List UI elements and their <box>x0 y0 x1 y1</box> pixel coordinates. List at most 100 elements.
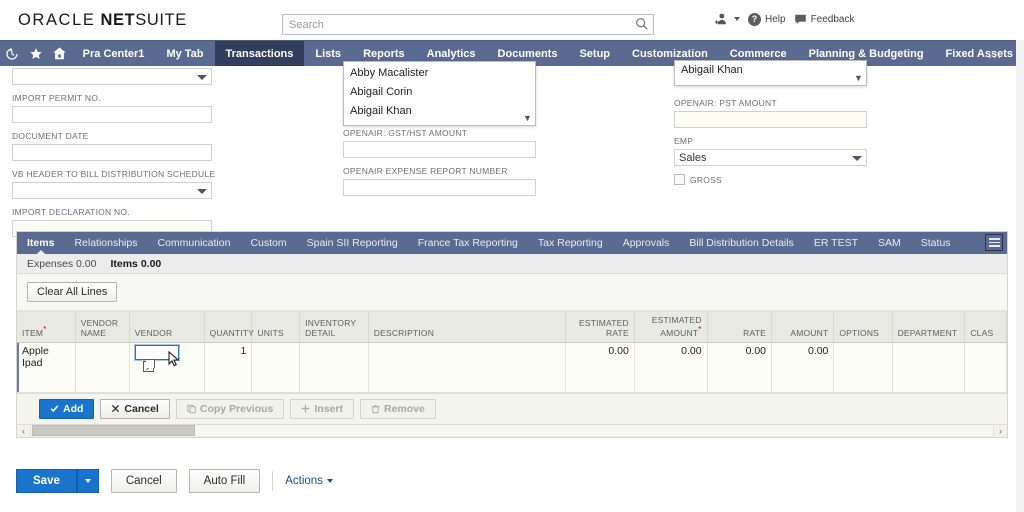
col-item[interactable]: ITEM* <box>17 312 76 343</box>
tab-spain-sii-reporting[interactable]: Spain SII Reporting <box>297 232 408 254</box>
cell-inventory-detail[interactable] <box>299 342 369 393</box>
cell-units[interactable] <box>251 342 301 393</box>
global-search[interactable] <box>282 14 654 35</box>
nav-item-fixed-assets[interactable]: Fixed Assets <box>935 41 1024 66</box>
scroll-right-icon[interactable]: › <box>994 426 1007 436</box>
col-units[interactable]: UNITS <box>251 312 301 343</box>
tab-approvals[interactable]: Approvals <box>613 232 680 254</box>
col-quantity[interactable]: QUANTITY <box>204 312 254 343</box>
scrollbar-thumb[interactable] <box>32 425 195 437</box>
col-vendor[interactable]: VENDOR <box>129 312 205 343</box>
subtab-items[interactable]: Items 0.00 <box>110 258 161 270</box>
cell-vendor[interactable] <box>129 342 205 393</box>
page-scrollbar[interactable] <box>1016 40 1024 512</box>
actions-menu[interactable]: Actions <box>285 475 333 487</box>
col-vendor-name[interactable]: VENDOR NAME <box>75 312 130 343</box>
save-dropdown-button[interactable] <box>76 469 99 493</box>
col-estimated-amount[interactable]: ESTIMATED AMOUNT* <box>634 312 708 343</box>
cell-amount[interactable]: 0.00 <box>771 342 835 393</box>
col-rate[interactable]: RATE <box>707 312 773 343</box>
select-vb-header-bill-dist-schedule[interactable] <box>12 182 212 199</box>
tab-tax-reporting[interactable]: Tax Reporting <box>528 232 613 254</box>
col-inventory-detail[interactable]: INVENTORY DETAIL <box>299 312 369 343</box>
nav-item-setup[interactable]: Setup <box>568 41 621 66</box>
tab-relationships[interactable]: Relationships <box>64 232 147 254</box>
remove-line-label: Remove <box>383 402 425 415</box>
cell-class[interactable] <box>964 342 1007 393</box>
label-vb-header-bill-dist-schedule: VB HEADER TO BILL DISTRIBUTION SCHEDULE <box>12 169 216 179</box>
field-gross[interactable]: GROSS <box>674 174 867 185</box>
autocomplete-scroll-down-icon[interactable]: ▼ <box>853 72 864 83</box>
save-split-button[interactable]: Save <box>16 469 99 493</box>
col-amount[interactable]: AMOUNT <box>771 312 835 343</box>
nav-item-pra-center1[interactable]: Pra Center1 <box>72 41 156 66</box>
save-button[interactable]: Save <box>16 469 77 493</box>
cell-quantity[interactable]: 1 <box>204 342 253 393</box>
col-description[interactable]: DESCRIPTION <box>368 312 567 343</box>
search-input[interactable] <box>282 14 654 35</box>
feedback-button[interactable]: Feedback <box>794 13 855 26</box>
autocomplete-dropdown-right[interactable]: Abigail Khan ▼ <box>674 60 867 86</box>
nav-item-my-tab[interactable]: My Tab <box>155 41 214 66</box>
grid-horizontal-scrollbar[interactable]: ‹ › <box>17 423 1007 437</box>
copy-icon <box>187 404 196 414</box>
input-document-date[interactable] <box>12 144 212 161</box>
col-estimated-rate[interactable]: ESTIMATED RATE <box>565 312 635 343</box>
nav-item-transactions[interactable]: Transactions <box>214 41 305 66</box>
col-department[interactable]: DEPARTMENT <box>892 312 966 343</box>
help-button[interactable]: ? Help <box>748 12 786 26</box>
clear-all-lines-button[interactable]: Clear All Lines <box>27 282 118 302</box>
autocomplete-option[interactable]: Abby Macalister <box>344 64 535 83</box>
select-emp[interactable]: Sales <box>674 149 867 166</box>
autocomplete-scroll-down-icon[interactable]: ▼ <box>522 112 533 123</box>
col-options[interactable]: OPTIONS <box>833 312 893 343</box>
user-settings-menu[interactable] <box>714 12 740 26</box>
subtab-expenses[interactable]: Expenses 0.00 <box>27 258 96 270</box>
field-select-truncated[interactable] <box>12 68 212 85</box>
autocomplete-option[interactable]: Abigail Khan <box>344 102 535 121</box>
cell-description[interactable] <box>368 342 567 393</box>
favorites-star-icon[interactable] <box>24 41 48 66</box>
autocomplete-dropdown-middle[interactable]: Abby Macalister Abigail Corin Abigail Kh… <box>343 61 536 126</box>
autocomplete-selected-option[interactable]: Abigail Khan <box>675 61 866 80</box>
tab-status[interactable]: Status <box>911 232 961 254</box>
col-class[interactable]: CLAS <box>964 312 1007 343</box>
cancel-button[interactable]: Cancel <box>110 469 177 493</box>
cell-estimated-amount[interactable]: 0.00 <box>634 342 708 393</box>
cell-vendor-name[interactable] <box>75 342 130 393</box>
cell-department[interactable] <box>892 342 966 393</box>
autocomplete-option[interactable]: Abigail Corin <box>344 83 535 102</box>
header-action-group: ? Help Feedback <box>714 12 855 26</box>
tab-communication[interactable]: Communication <box>147 232 240 254</box>
home-icon[interactable] <box>48 41 72 66</box>
cell-item[interactable]: Apple Ipad <box>17 342 76 393</box>
cell-rate[interactable]: 0.00 <box>707 342 773 393</box>
cancel-line-button[interactable]: Cancel <box>100 398 170 419</box>
table-row[interactable]: Apple Ipad 1 0.00 0.00 0.00 0.00 <box>17 342 1007 393</box>
panel-menu-button[interactable] <box>985 234 1003 251</box>
tab-custom[interactable]: Custom <box>240 232 296 254</box>
recent-history-icon[interactable] <box>0 41 24 66</box>
cell-estimated-rate[interactable]: 0.00 <box>565 342 635 393</box>
scroll-left-icon[interactable]: ‹ <box>17 426 30 436</box>
input-import-permit-no[interactable] <box>12 106 212 123</box>
gross-checkbox[interactable] <box>674 174 685 185</box>
open-popup-icon[interactable] <box>142 358 155 372</box>
auto-fill-button[interactable]: Auto Fill <box>188 469 261 493</box>
cell-options[interactable] <box>833 342 893 393</box>
tab-items[interactable]: Items <box>17 232 64 254</box>
tab-sam[interactable]: SAM <box>868 232 911 254</box>
tab-bill-distribution-details[interactable]: Bill Distribution Details <box>679 232 803 254</box>
vendor-input[interactable] <box>134 344 179 360</box>
cell-amount-value: 0.00 <box>807 344 829 357</box>
tab-france-tax-reporting[interactable]: France Tax Reporting <box>408 232 528 254</box>
hamburger-line <box>988 238 1000 240</box>
add-line-button[interactable]: Add <box>39 398 95 419</box>
input-openair-expense-report-number[interactable] <box>343 179 536 196</box>
input-openair-pst-amount[interactable] <box>674 111 867 128</box>
scrollbar-track[interactable] <box>30 425 994 437</box>
input-openair-gst-hst-amount[interactable] <box>343 141 536 158</box>
col-class-label: CLAS <box>970 327 994 338</box>
nav-overflow-button[interactable]: ... <box>988 41 1002 66</box>
tab-er-test[interactable]: ER TEST <box>804 232 868 254</box>
